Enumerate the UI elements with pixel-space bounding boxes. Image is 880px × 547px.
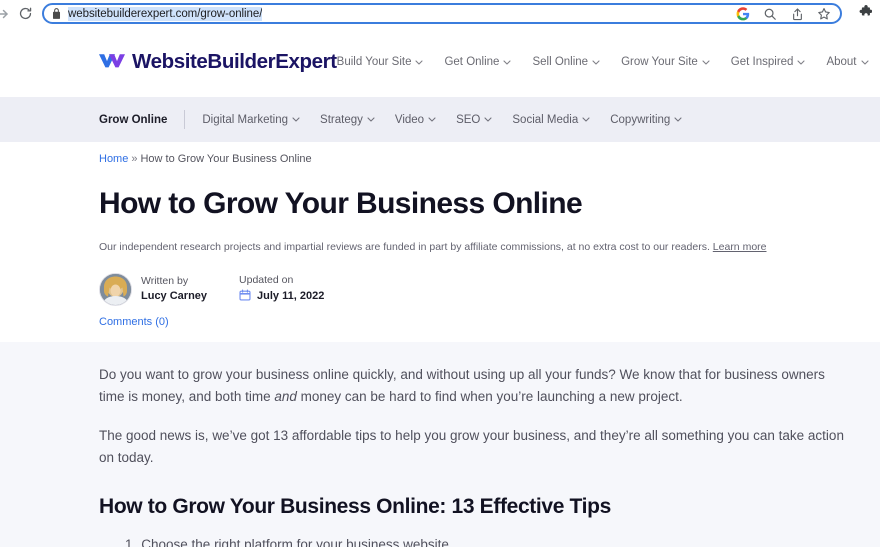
tips-list: 1. Choose the right platform for your bu… [99,535,850,547]
subnav-item-digital-marketing[interactable]: Digital Marketing [202,114,300,126]
lock-icon [52,8,61,19]
byline: Written by Lucy Carney Updated on July 1… [99,272,850,306]
url-text[interactable]: websitebuilderexpert.com/grow-online/ [68,6,263,21]
nav-label: About [826,56,857,68]
paragraph-1-emphasis: and [274,389,297,405]
nav-label: Get Online [444,56,500,68]
affiliate-disclaimer: Our independent research projects and im… [99,240,850,255]
learn-more-link[interactable]: Learn more [713,241,767,253]
forward-button[interactable] [0,1,12,27]
list-item-text: Choose the right platform for your busin… [141,537,449,547]
nav-label: Sell Online [532,56,589,68]
subnav-divider [184,110,186,129]
nav-label: Get Inspired [730,56,794,68]
nav-item-about[interactable]: About [826,56,869,68]
paragraph-1-part2: money can be hard to find when you’re la… [296,389,683,405]
paragraph-1: Do you want to grow your business online… [99,364,850,408]
breadcrumb: Home» How to Grow Your Business Online [99,153,850,165]
disclaimer-text: Our independent research projects and im… [99,240,710,253]
subnav-label: Digital Marketing [202,113,289,126]
page-title: How to Grow Your Business Online [99,187,583,220]
chevron-down-icon [592,59,600,65]
main-navigation: Build Your Site Get Online Sell Online G… [337,56,880,68]
chevron-down-icon [415,59,424,65]
bookmark-star-icon[interactable] [816,6,832,22]
chevron-down-icon [860,59,869,65]
browser-toolbar: websitebuilderexpert.com/grow-online/ [0,0,880,27]
calendar-icon [239,288,251,306]
list-item-number: 1. [125,537,137,547]
subnav-item-copywriting[interactable]: Copywriting [610,114,682,126]
sub-navigation: Grow Online Digital Marketing Strategy V… [0,97,880,142]
chevron-down-icon [674,117,682,122]
chevron-down-icon [367,117,375,122]
logo-mark-icon [99,52,125,73]
updated-date: July 11, 2022 [257,290,325,303]
arrow-right-icon [0,6,11,22]
subnav-label: Strategy [320,113,363,126]
breadcrumb-home-link[interactable]: Home [99,153,128,165]
reload-button[interactable] [12,1,38,27]
author-name: Lucy Carney [141,290,208,303]
subnav-label: SEO [456,113,481,126]
search-icon[interactable] [762,6,778,22]
chevron-down-icon [428,117,436,122]
updated-on-label: Updated on [239,273,294,286]
breadcrumb-current: How to Grow Your Business Online [140,153,312,165]
subnav-item-video[interactable]: Video [395,114,436,126]
chevron-down-icon [503,59,512,65]
article-body: Do you want to grow your business online… [0,342,880,547]
google-lens-icon[interactable] [735,6,751,22]
site-header: WebsiteBuilderExpert Build Your Site Get… [0,27,880,97]
subnav-label: Video [394,113,425,126]
author-block: Written by Lucy Carney [141,274,207,305]
nav-item-build-your-site[interactable]: Build Your Site [337,56,424,68]
nav-item-get-inspired[interactable]: Get Inspired [731,56,806,68]
subnav-label: Copywriting [610,113,671,126]
chevron-down-icon [582,117,590,122]
chevron-down-icon [797,59,806,65]
site-logo[interactable]: WebsiteBuilderExpert [99,50,337,74]
chevron-down-icon [292,117,300,122]
chevron-down-icon [702,59,710,65]
avatar [99,272,132,306]
written-by-label: Written by [141,274,189,287]
subnav-item-seo[interactable]: SEO [456,114,492,126]
logo-text: WebsiteBuilderExpert [132,50,337,73]
puzzle-piece-icon [857,4,872,24]
updated-block: Updated on July 11, 2022 [239,273,324,306]
updated-date-row: July 11, 2022 [239,288,324,306]
nav-label: Build Your Site [336,56,412,68]
reload-icon [18,6,33,21]
address-bar[interactable]: websitebuilderexpert.com/grow-online/ [42,3,842,24]
subnav-items: Digital Marketing Strategy Video SEO Soc… [202,114,682,126]
section-heading: How to Grow Your Business Online: 13 Eff… [99,495,611,519]
extensions-button[interactable] [854,3,874,25]
subnav-item-strategy[interactable]: Strategy [320,114,375,126]
nav-item-sell-online[interactable]: Sell Online [532,56,600,68]
nav-item-grow-your-site[interactable]: Grow Your Site [621,56,710,68]
nav-item-get-online[interactable]: Get Online [444,56,512,68]
article-header: Home» How to Grow Your Business Online Ho… [0,142,880,343]
subnav-item-social-media[interactable]: Social Media [512,114,590,126]
omnibox-actions [725,6,832,22]
subnav-label: Social Media [512,113,579,126]
nav-label: Grow Your Site [621,56,698,68]
subnav-item-grow-online[interactable]: Grow Online [99,114,184,126]
page-viewport: WebsiteBuilderExpert Build Your Site Get… [0,27,880,547]
comments-link[interactable]: Comments (0) [99,316,850,342]
list-item: 1. Choose the right platform for your bu… [125,535,850,547]
paragraph-2: The good news is, we’ve got 13 affordabl… [99,428,844,466]
breadcrumb-separator: » [131,153,138,165]
share-icon[interactable] [789,6,805,22]
chevron-down-icon [484,117,492,122]
